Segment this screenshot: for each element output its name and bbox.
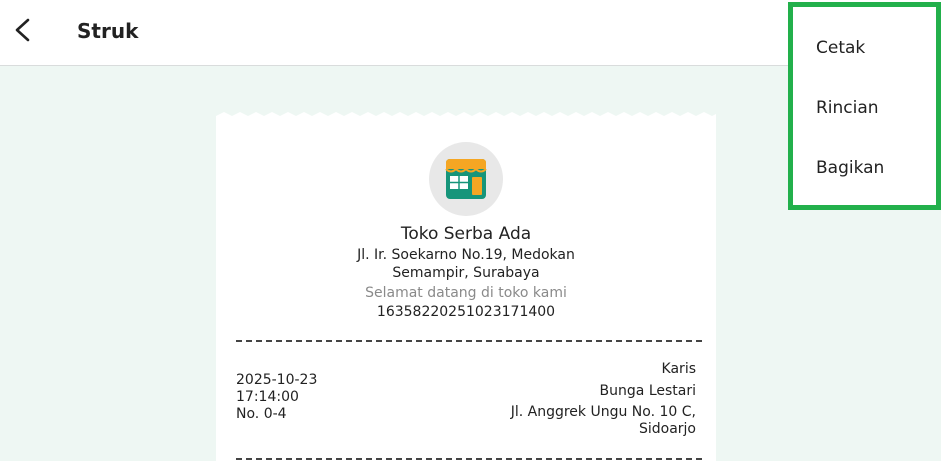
transaction-date: 2025-10-23 (236, 372, 318, 388)
back-arrow-icon[interactable] (10, 16, 36, 44)
receipt-id: 16358220251023171400 (376, 304, 556, 320)
customer-name: Bunga Lestari (599, 383, 696, 399)
menu-item-cetak[interactable]: Cetak (816, 38, 865, 58)
menu-item-rincian[interactable]: Rincian (816, 98, 879, 118)
customer-address-line2: Sidoarjo (638, 421, 696, 437)
store-logo (429, 142, 503, 216)
transaction-time: 17:14:00 (236, 389, 299, 405)
divider (236, 458, 702, 460)
transaction-number: No. 0-4 (236, 406, 287, 422)
receipt-card: Toko Serba Ada Jl. Ir. Soekarno No.19, M… (216, 122, 716, 461)
store-address-line1: Jl. Ir. Soekarno No.19, Medokan (357, 247, 575, 263)
store-address: Jl. Ir. Soekarno No.19, Medokan Semampir… (216, 246, 716, 282)
transaction-info: 2025-10-23 17:14:00 No. 0-4 (236, 372, 317, 423)
customer-address: Jl. Anggrek Ungu No. 10 C, Sidoarjo (511, 404, 696, 438)
store-icon (445, 159, 487, 199)
page-title: Struk (77, 19, 139, 43)
store-name: Toko Serba Ada (400, 224, 532, 244)
store-address-line2: Semampir, Surabaya (392, 265, 540, 281)
options-menu: Cetak Rincian Bagikan (788, 2, 941, 210)
divider (236, 340, 702, 342)
customer-address-line1: Jl. Anggrek Ungu No. 10 C, (510, 404, 696, 420)
welcome-message: Selamat datang di toko kami (365, 285, 567, 301)
customer-info: Karis Bunga Lestari Jl. Anggrek Ungu No.… (511, 358, 696, 438)
menu-item-bagikan[interactable]: Bagikan (816, 158, 884, 178)
cashier-name: Karis (661, 361, 696, 377)
